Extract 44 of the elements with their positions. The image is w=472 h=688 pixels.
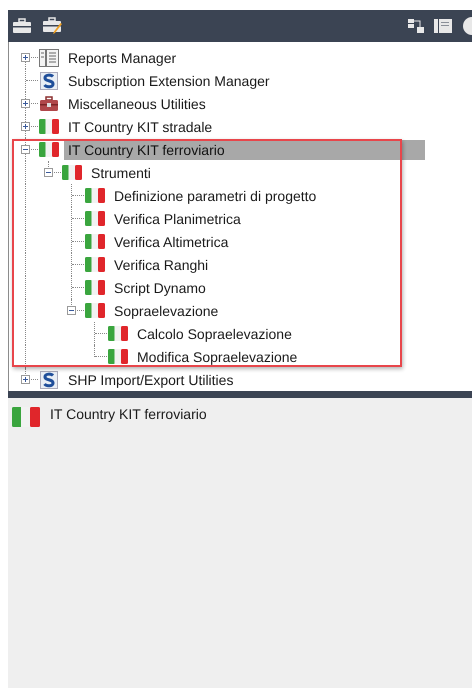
report-icon xyxy=(39,48,59,66)
expand-icon[interactable] xyxy=(21,99,30,108)
s-logo-icon xyxy=(40,72,58,90)
expand-icon[interactable] xyxy=(21,53,30,62)
flag-icon xyxy=(85,257,105,272)
tree-item[interactable]: Verifica Ranghi xyxy=(110,254,212,274)
tree-item[interactable]: Verifica Altimetrica xyxy=(110,232,232,252)
toolbox-pencil-icon[interactable] xyxy=(42,17,64,35)
tree-item[interactable]: Calcolo Sopraelevazione xyxy=(133,324,296,344)
flag-icon xyxy=(62,165,82,180)
flag-icon xyxy=(85,280,105,295)
toolbox-icon xyxy=(39,96,59,112)
tree-item[interactable]: Modifica Sopraelevazione xyxy=(133,346,302,366)
tree-item[interactable]: Script Dynamo xyxy=(110,278,210,298)
tree-item[interactable]: Strumenti xyxy=(87,162,155,182)
panel-icon[interactable] xyxy=(434,18,452,34)
collapse-icon[interactable] xyxy=(44,168,53,177)
help-icon[interactable] xyxy=(462,16,472,36)
tree-item[interactable]: Miscellaneous Utilities xyxy=(64,94,210,114)
tree-item[interactable]: Verifica Planimetrica xyxy=(110,208,245,228)
flag-icon xyxy=(108,349,128,364)
s-logo-icon xyxy=(40,370,58,388)
tree-item[interactable]: Subscription Extension Manager xyxy=(64,70,274,90)
flag-icon xyxy=(39,142,59,157)
details-text: IT Country KIT ferroviario xyxy=(50,406,207,422)
collapse-icon[interactable] xyxy=(21,145,30,154)
tree-item[interactable]: SHP Import/Export Utilities xyxy=(64,370,238,390)
tree-item[interactable]: Definizione parametri di progetto xyxy=(110,186,320,206)
flag-icon xyxy=(108,326,128,341)
flag-icon xyxy=(85,234,105,249)
flag-icon xyxy=(85,303,105,318)
tree-item[interactable]: Sopraelevazione xyxy=(110,300,222,320)
flag-icon xyxy=(85,188,105,203)
tree-item[interactable]: IT Country KIT stradale xyxy=(64,116,216,136)
tree-item[interactable]: Reports Manager xyxy=(64,48,180,68)
tree-item[interactable]: IT Country KIT ferroviario xyxy=(64,140,425,160)
flag-icon xyxy=(12,407,40,427)
flag-icon xyxy=(39,119,59,134)
expand-icon[interactable] xyxy=(21,375,30,384)
collapse-icon[interactable] xyxy=(67,306,76,315)
flag-icon xyxy=(85,211,105,226)
tree-view-icon[interactable] xyxy=(408,18,424,34)
expand-icon[interactable] xyxy=(21,122,30,131)
toolbox-icon[interactable] xyxy=(12,18,32,34)
